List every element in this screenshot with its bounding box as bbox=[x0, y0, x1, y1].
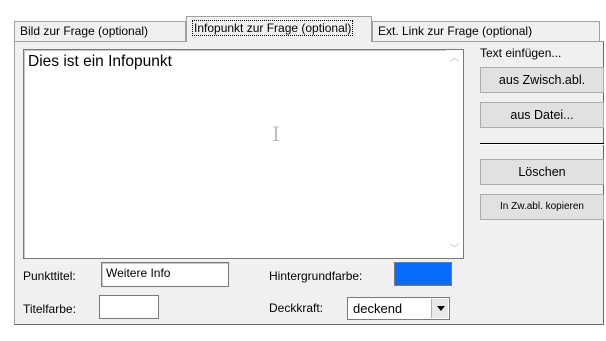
tab-infopoint-label: Infopunkt zur Frage (optional) bbox=[191, 20, 354, 36]
tab-infopoint[interactable]: Infopunkt zur Frage (optional) bbox=[186, 16, 372, 42]
scroll-up-icon[interactable]: ︿ bbox=[446, 50, 463, 67]
opacity-select[interactable]: deckend bbox=[347, 297, 450, 320]
point-title-input[interactable]: Weitere Info bbox=[101, 262, 229, 287]
point-title-label: Punkttitel: bbox=[23, 269, 76, 283]
title-color-label: Titelfarbe: bbox=[23, 302, 76, 316]
scroll-down-icon[interactable]: ﹀ bbox=[446, 241, 463, 258]
insert-text-label: Text einfügen... bbox=[480, 46, 562, 60]
insert-from-file-button[interactable]: aus Datei... bbox=[480, 102, 604, 128]
infopoint-text: Dies ist ein Infopunkt bbox=[28, 53, 172, 70]
tab-external-link[interactable]: Ext. Link zur Frage (optional) bbox=[372, 21, 600, 41]
opacity-label: Deckkraft: bbox=[269, 301, 324, 315]
infopoint-panel: Dies ist ein Infopunkt I ︿ ﹀ Text einfüg… bbox=[14, 41, 604, 325]
chevron-down-icon[interactable] bbox=[431, 299, 448, 318]
tab-image[interactable]: Bild zur Frage (optional) bbox=[14, 21, 186, 41]
text-cursor-icon: I bbox=[272, 122, 280, 146]
tab-image-label: Bild zur Frage (optional) bbox=[20, 24, 149, 38]
title-color-swatch[interactable] bbox=[99, 295, 159, 319]
opacity-selected-value: deckend bbox=[353, 301, 403, 316]
separator bbox=[480, 143, 604, 145]
paste-from-clipboard-button[interactable]: aus Zwisch.abl. bbox=[480, 67, 604, 93]
delete-button[interactable]: Löschen bbox=[480, 159, 604, 185]
infopoint-text-memo[interactable]: Dies ist ein Infopunkt I ︿ ﹀ bbox=[23, 49, 464, 259]
tab-external-link-label: Ext. Link zur Frage (optional) bbox=[378, 24, 533, 38]
background-color-swatch[interactable] bbox=[394, 262, 452, 286]
memo-vertical-scrollbar[interactable]: ︿ ﹀ bbox=[446, 50, 463, 258]
background-color-label: Hintergrundfarbe: bbox=[269, 269, 363, 283]
copy-to-clipboard-button[interactable]: In Zw.abl. kopieren bbox=[480, 194, 604, 220]
